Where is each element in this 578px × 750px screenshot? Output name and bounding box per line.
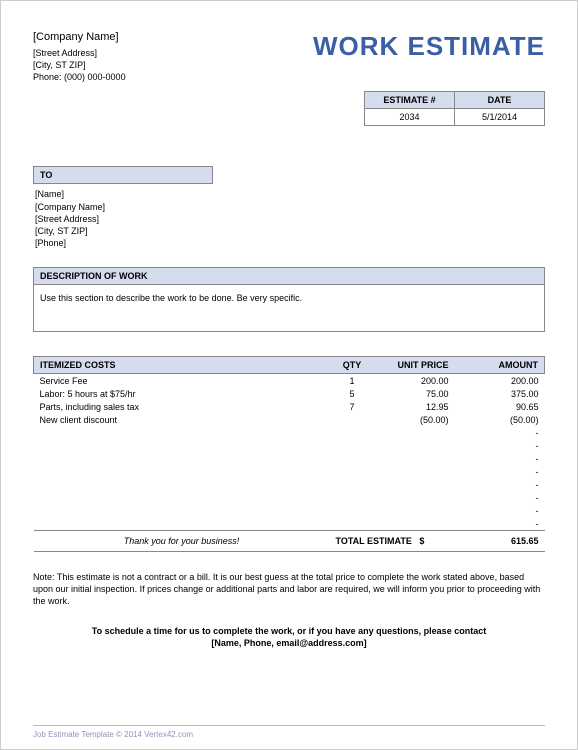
cell-desc: New client discount bbox=[34, 413, 330, 426]
cell-qty bbox=[330, 491, 375, 504]
to-city: [City, ST ZIP] bbox=[35, 225, 543, 237]
estimate-page: [Company Name] [Street Address] [City, S… bbox=[0, 0, 578, 750]
cell-amount: - bbox=[455, 439, 545, 452]
col-price: UNIT PRICE bbox=[375, 357, 455, 374]
company-name: [Company Name] bbox=[33, 31, 313, 43]
cell-price bbox=[375, 452, 455, 465]
cell-amount: 375.00 bbox=[455, 387, 545, 400]
cell-price bbox=[375, 504, 455, 517]
cell-qty bbox=[330, 426, 375, 439]
cell-desc: Service Fee bbox=[34, 374, 330, 388]
cell-price bbox=[375, 478, 455, 491]
description-header: DESCRIPTION OF WORK bbox=[33, 267, 545, 285]
to-company: [Company Name] bbox=[35, 201, 543, 213]
table-row: - bbox=[34, 465, 545, 478]
cell-price: 200.00 bbox=[375, 374, 455, 388]
cell-amount: (50.00) bbox=[455, 413, 545, 426]
table-row: - bbox=[34, 504, 545, 517]
cell-desc bbox=[34, 452, 330, 465]
cell-qty bbox=[330, 465, 375, 478]
to-name: [Name] bbox=[35, 188, 543, 200]
contact-line2: [Name, Phone, email@address.com] bbox=[33, 637, 545, 649]
cell-desc bbox=[34, 439, 330, 452]
cell-desc: Labor: 5 hours at $75/hr bbox=[34, 387, 330, 400]
cell-price bbox=[375, 491, 455, 504]
total-amount: 615.65 bbox=[455, 531, 545, 552]
table-row: Labor: 5 hours at $75/hr575.00375.00 bbox=[34, 387, 545, 400]
table-row: Parts, including sales tax712.9590.65 bbox=[34, 400, 545, 413]
document-title: WORK ESTIMATE bbox=[313, 31, 545, 62]
cell-amount: 90.65 bbox=[455, 400, 545, 413]
cell-amount: - bbox=[455, 478, 545, 491]
cell-price: 75.00 bbox=[375, 387, 455, 400]
estimate-no-value: 2034 bbox=[365, 109, 455, 126]
thank-you: Thank you for your business! bbox=[34, 531, 330, 552]
company-street: [Street Address] bbox=[33, 47, 313, 59]
footer-copyright: Job Estimate Template © 2014 Vertex42.co… bbox=[33, 725, 545, 739]
to-phone: [Phone] bbox=[35, 237, 543, 249]
items-table: ITEMIZED COSTS QTY UNIT PRICE AMOUNT Ser… bbox=[33, 356, 545, 552]
cell-amount: - bbox=[455, 491, 545, 504]
cell-desc bbox=[34, 491, 330, 504]
table-row: - bbox=[34, 426, 545, 439]
contact-block: To schedule a time for us to complete th… bbox=[33, 625, 545, 649]
cell-amount: - bbox=[455, 504, 545, 517]
description-text: Use this section to describe the work to… bbox=[33, 285, 545, 332]
total-label: TOTAL ESTIMATE $ bbox=[330, 531, 455, 552]
cell-qty: 5 bbox=[330, 387, 375, 400]
table-row: - bbox=[34, 439, 545, 452]
disclaimer-note: Note: This estimate is not a contract or… bbox=[33, 572, 545, 607]
col-qty: QTY bbox=[330, 357, 375, 374]
cell-qty bbox=[330, 517, 375, 531]
cell-desc bbox=[34, 478, 330, 491]
to-street: [Street Address] bbox=[35, 213, 543, 225]
cell-price: 12.95 bbox=[375, 400, 455, 413]
date-value: 5/1/2014 bbox=[455, 109, 545, 126]
cell-desc bbox=[34, 465, 330, 478]
cell-desc bbox=[34, 426, 330, 439]
cell-qty: 1 bbox=[330, 374, 375, 388]
cell-qty bbox=[330, 504, 375, 517]
cell-amount: - bbox=[455, 517, 545, 531]
table-row: - bbox=[34, 517, 545, 531]
col-amount: AMOUNT bbox=[455, 357, 545, 374]
table-row: - bbox=[34, 491, 545, 504]
cell-qty bbox=[330, 478, 375, 491]
cell-amount: - bbox=[455, 426, 545, 439]
cell-qty bbox=[330, 439, 375, 452]
table-row: - bbox=[34, 478, 545, 491]
cell-desc: Parts, including sales tax bbox=[34, 400, 330, 413]
cell-amount: - bbox=[455, 465, 545, 478]
cell-price: (50.00) bbox=[375, 413, 455, 426]
estimate-no-label: ESTIMATE # bbox=[365, 92, 455, 109]
cell-qty bbox=[330, 452, 375, 465]
cell-price bbox=[375, 439, 455, 452]
cell-qty: 7 bbox=[330, 400, 375, 413]
header-row: [Company Name] [Street Address] [City, S… bbox=[33, 31, 545, 83]
cell-amount: 200.00 bbox=[455, 374, 545, 388]
table-row: New client discount (50.00)(50.00) bbox=[34, 413, 545, 426]
cell-amount: - bbox=[455, 452, 545, 465]
cell-price bbox=[375, 517, 455, 531]
table-row: - bbox=[34, 452, 545, 465]
table-row: Service Fee1200.00200.00 bbox=[34, 374, 545, 388]
company-block: [Company Name] [Street Address] [City, S… bbox=[33, 31, 313, 83]
cell-qty bbox=[330, 413, 375, 426]
meta-table: ESTIMATE # DATE 2034 5/1/2014 bbox=[364, 91, 545, 126]
to-header: TO bbox=[33, 166, 213, 184]
to-block: [Name] [Company Name] [Street Address] [… bbox=[33, 184, 545, 249]
col-desc: ITEMIZED COSTS bbox=[34, 357, 330, 374]
cell-price bbox=[375, 426, 455, 439]
company-city: [City, ST ZIP] bbox=[33, 59, 313, 71]
date-label: DATE bbox=[455, 92, 545, 109]
company-phone: Phone: (000) 000-0000 bbox=[33, 71, 313, 83]
contact-line1: To schedule a time for us to complete th… bbox=[33, 625, 545, 637]
cell-price bbox=[375, 465, 455, 478]
cell-desc bbox=[34, 517, 330, 531]
cell-desc bbox=[34, 504, 330, 517]
